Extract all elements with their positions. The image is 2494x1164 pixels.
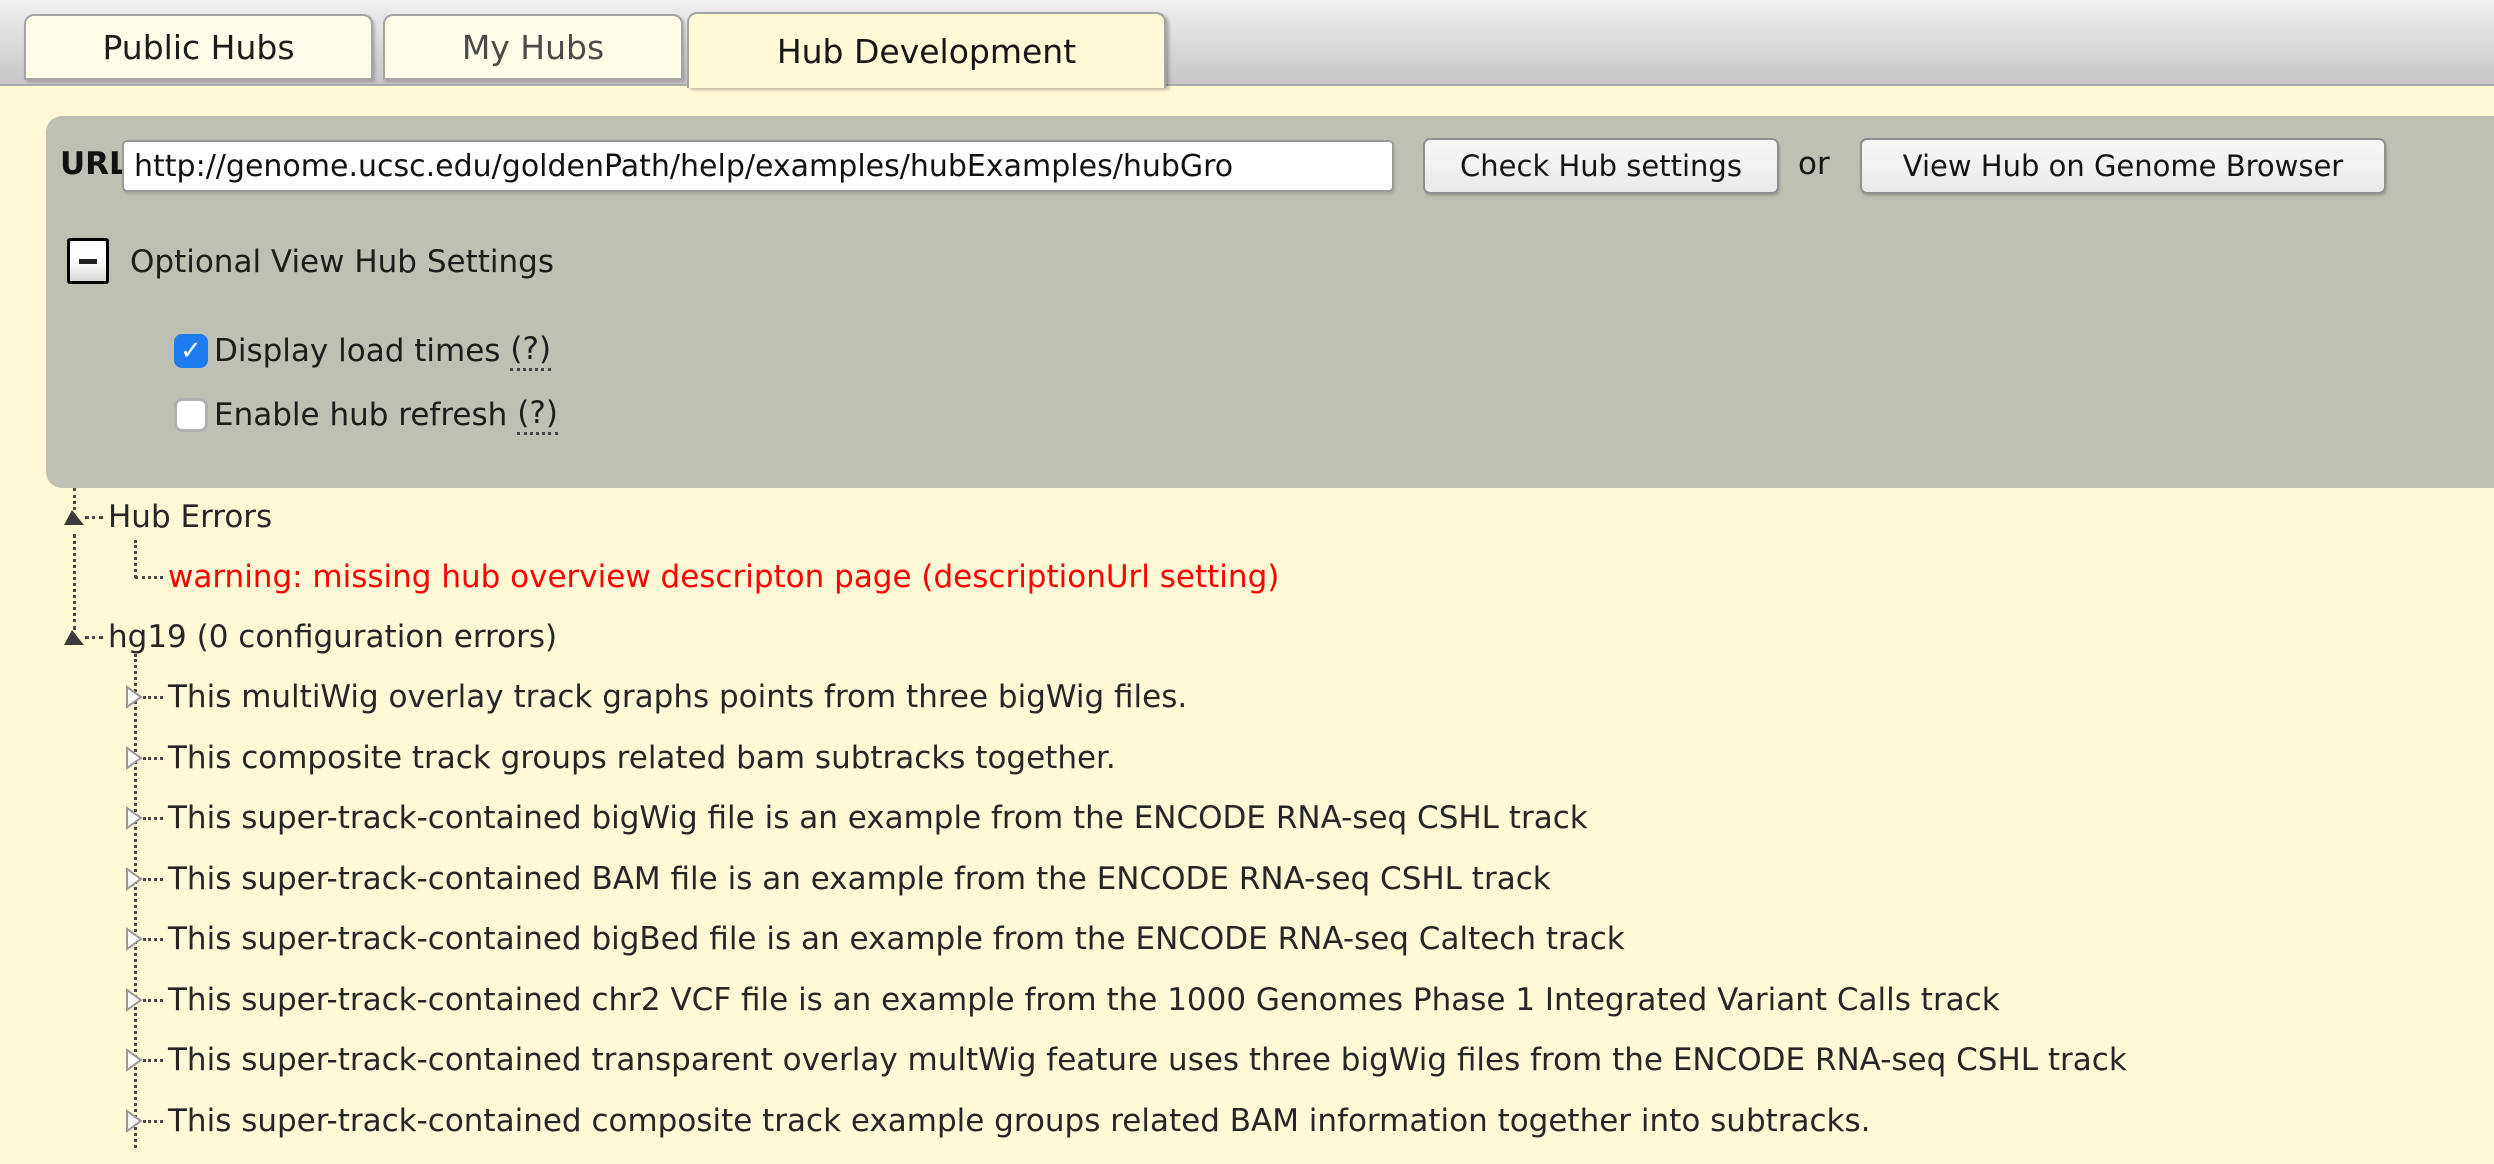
check-hub-settings-button[interactable]: Check Hub settings: [1423, 138, 1779, 194]
expanded-arrow-icon[interactable]: [63, 509, 85, 526]
tree-node-label[interactable]: hg19 (0 configuration errors): [108, 619, 557, 655]
optional-settings-collapse-button[interactable]: [67, 238, 109, 284]
tree-connector-line: [135, 575, 163, 579]
expanded-arrow-icon[interactable]: [63, 629, 85, 646]
tree-connector-line: [143, 998, 163, 1002]
tree-node-warning: warning: missing hub overview descripton…: [135, 556, 1279, 598]
collapsed-arrow-icon[interactable]: [125, 1109, 143, 1133]
tree-node-hg19[interactable]: hg19 (0 configuration errors): [63, 616, 557, 658]
collapsed-arrow-icon[interactable]: [125, 988, 143, 1012]
tree-connector-line: [143, 816, 163, 820]
tree-node-track[interactable]: This super-track-contained transparent o…: [125, 1039, 2127, 1081]
optional-settings-title: Optional View Hub Settings: [130, 244, 554, 280]
checkmark-icon: ✓: [180, 336, 202, 366]
tree-node-track[interactable]: This composite track groups related bam …: [125, 737, 1116, 779]
hub-settings-panel: URL: Check Hub settings or View Hub on G…: [46, 116, 2494, 488]
tab-public-hubs-label: Public Hubs: [102, 27, 295, 67]
tree-node-label[interactable]: This composite track groups related bam …: [168, 740, 1116, 776]
warning-text: warning: missing hub overview descripton…: [168, 559, 1280, 595]
tab-hub-development-label: Hub Development: [776, 31, 1077, 71]
tree-node-track[interactable]: This super-track-contained BAM file is a…: [125, 858, 1551, 900]
tree-connector-line: [143, 1058, 163, 1062]
tree-connector-line: [85, 635, 103, 639]
track-hubs-page: Public Hubs My Hubs Hub Development URL:…: [0, 0, 2494, 1164]
tab-my-hubs[interactable]: My Hubs: [383, 14, 683, 80]
tree-node-track[interactable]: This super-track-contained bigWig file i…: [125, 797, 1588, 839]
tree-connector-line: [85, 515, 103, 519]
tree-node-label[interactable]: This multiWig overlay track graphs point…: [168, 679, 1187, 715]
tree-node-track[interactable]: This super-track-contained composite tra…: [125, 1100, 1871, 1142]
tree-node-label[interactable]: This super-track-contained chr2 VCF file…: [168, 982, 2000, 1018]
tree-node-label[interactable]: This super-track-contained transparent o…: [168, 1042, 2127, 1078]
view-hub-on-genome-browser-button[interactable]: View Hub on Genome Browser: [1860, 138, 2386, 194]
tab-hub-development[interactable]: Hub Development: [687, 12, 1166, 88]
tree-node-hub-errors[interactable]: Hub Errors: [63, 496, 272, 538]
collapsed-arrow-icon[interactable]: [125, 1048, 143, 1072]
enable-hub-refresh-checkbox[interactable]: [174, 398, 208, 432]
tree-connector-line: [143, 937, 163, 941]
tree-node-label[interactable]: This super-track-contained composite tra…: [168, 1103, 1871, 1139]
tree-node-label[interactable]: Hub Errors: [108, 499, 272, 535]
enable-hub-refresh-label: Enable hub refresh: [214, 397, 508, 433]
tree-node-label[interactable]: This super-track-contained bigWig file i…: [168, 800, 1588, 836]
tab-strip: Public Hubs My Hubs Hub Development: [0, 0, 2494, 88]
tab-my-hubs-label: My Hubs: [461, 27, 605, 67]
tree-connector-line: [143, 1119, 163, 1123]
tree-node-label[interactable]: This super-track-contained bigBed file i…: [168, 921, 1625, 957]
minus-icon: [79, 258, 97, 264]
tree-node-track[interactable]: This super-track-contained bigBed file i…: [125, 918, 1625, 960]
tree-node-track[interactable]: This super-track-contained chr2 VCF file…: [125, 979, 2000, 1021]
tree-connector-line: [143, 756, 163, 760]
collapsed-arrow-icon[interactable]: [125, 867, 143, 891]
tree-connector-line: [143, 877, 163, 881]
tree-node-label[interactable]: This super-track-contained BAM file is a…: [168, 861, 1551, 897]
tab-public-hubs[interactable]: Public Hubs: [24, 14, 373, 80]
tree-connector-line: [143, 695, 163, 699]
enable-hub-refresh-help-link[interactable]: (?): [517, 395, 558, 435]
display-load-times-label: Display load times: [214, 333, 501, 369]
collapsed-arrow-icon[interactable]: [125, 927, 143, 951]
hub-url-input[interactable]: [122, 140, 1394, 192]
collapsed-arrow-icon[interactable]: [125, 806, 143, 830]
tree-node-track[interactable]: This multiWig overlay track graphs point…: [125, 676, 1187, 718]
display-load-times-checkbox[interactable]: ✓: [174, 334, 208, 368]
display-load-times-row: ✓ Display load times (?): [174, 329, 552, 373]
enable-hub-refresh-row: Enable hub refresh (?): [174, 393, 558, 437]
collapsed-arrow-icon[interactable]: [125, 685, 143, 709]
collapsed-arrow-icon[interactable]: [125, 746, 143, 770]
display-load-times-help-link[interactable]: (?): [510, 331, 552, 371]
or-text: or: [1798, 146, 1830, 182]
